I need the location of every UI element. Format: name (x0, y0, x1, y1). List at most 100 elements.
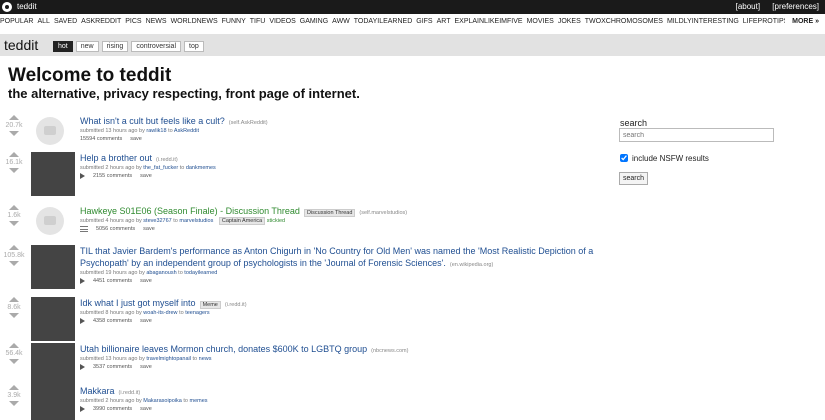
save-link[interactable]: save (140, 318, 152, 324)
post-domain[interactable]: (i.redd.it) (119, 390, 141, 396)
search-button[interactable]: search (619, 172, 649, 185)
subreddit-link[interactable]: FUNNY (222, 18, 246, 25)
upvote-arrow-icon[interactable] (9, 343, 19, 348)
post-thumbnail[interactable] (31, 245, 75, 289)
expand-media-icon[interactable] (80, 172, 85, 179)
expand-text-icon[interactable] (80, 225, 88, 232)
subreddit-link[interactable]: dankmemes (186, 165, 216, 171)
about-link[interactable]: [about] (736, 2, 760, 11)
subreddit-link[interactable]: teenagers (185, 310, 209, 316)
post-thumbnail[interactable] (31, 385, 75, 420)
post-domain[interactable]: (self.AskReddit) (229, 120, 268, 126)
post-thumbnail[interactable] (31, 152, 75, 196)
more-subreddits-link[interactable]: MORE » (788, 18, 819, 25)
subreddit-link[interactable]: memes (189, 398, 207, 404)
save-link[interactable]: save (143, 226, 155, 232)
subreddit-link[interactable]: TIFU (250, 18, 266, 25)
post-title-link[interactable]: TIL that Javier Bardem's performance as … (80, 246, 593, 268)
subreddit-link[interactable]: ART (437, 18, 451, 25)
subreddit-link[interactable]: LIFEPROTIPS (743, 18, 785, 25)
self-post-thumbnail-icon[interactable] (36, 117, 64, 145)
expand-media-icon[interactable] (80, 405, 85, 412)
author-link[interactable]: rawlik18 (146, 128, 166, 134)
post-title-link[interactable]: Utah billionaire leaves Mormon church, d… (80, 344, 367, 354)
subreddit-link[interactable]: TODAYILEARNED (354, 18, 412, 25)
subreddit-link[interactable]: AskReddit (174, 128, 199, 134)
tab-rising[interactable]: rising (101, 41, 129, 52)
subreddit-link[interactable]: MOVIES (527, 18, 554, 25)
save-link[interactable]: save (140, 364, 152, 370)
brand-link[interactable]: teddit (17, 2, 37, 11)
tab-top[interactable]: top (184, 41, 204, 52)
subreddit-link[interactable]: EXPLAINLIKEIMFIVE (454, 18, 522, 25)
tab-hot[interactable]: hot (53, 41, 73, 52)
post-domain[interactable]: (en.wikipedia.org) (450, 262, 493, 268)
upvote-arrow-icon[interactable] (9, 152, 19, 157)
comments-link[interactable]: 2155 comments (93, 173, 132, 179)
expand-media-icon[interactable] (80, 277, 85, 284)
expand-media-icon[interactable] (80, 317, 85, 324)
subreddit-link[interactable]: ALL (37, 18, 49, 25)
comments-link[interactable]: 15594 comments (80, 136, 122, 142)
post-domain[interactable]: (self.marvelstudios) (359, 210, 407, 216)
self-post-thumbnail-icon[interactable] (36, 207, 64, 235)
upvote-arrow-icon[interactable] (9, 385, 19, 390)
upvote-arrow-icon[interactable] (9, 297, 19, 302)
post-domain[interactable]: (i.redd.it) (156, 157, 178, 163)
author-link[interactable]: abaganoush (146, 270, 176, 276)
downvote-arrow-icon[interactable] (9, 313, 19, 318)
subreddit-link[interactable]: WORLDNEWS (171, 18, 218, 25)
post-title-link[interactable]: Hawkeye S01E06 (Season Finale) - Discuss… (80, 206, 300, 216)
subreddit-link[interactable]: VIDEOS (269, 18, 295, 25)
subreddit-link[interactable]: TWOXCHROMOSOMES (585, 18, 663, 25)
author-link[interactable]: the_fat_fucker (143, 165, 178, 171)
comments-link[interactable]: 3537 comments (93, 364, 132, 370)
subreddit-link[interactable]: news (199, 356, 212, 362)
tab-new[interactable]: new (75, 41, 99, 52)
downvote-arrow-icon[interactable] (9, 401, 19, 406)
tab-controversial[interactable]: controversial (131, 41, 181, 52)
subreddit-link[interactable]: JOKES (558, 18, 581, 25)
subreddit-link[interactable]: AWW (332, 18, 350, 25)
subreddit-link[interactable]: GIFS (416, 18, 432, 25)
downvote-arrow-icon[interactable] (9, 168, 19, 173)
subreddit-link[interactable]: NEWS (146, 18, 167, 25)
save-link[interactable]: save (140, 278, 152, 284)
subreddit-link[interactable]: MILDLYINTERESTING (667, 18, 739, 25)
subreddit-link[interactable]: PICS (125, 18, 141, 25)
comments-link[interactable]: 4451 comments (93, 278, 132, 284)
post-title-link[interactable]: Idk what I just got myself into (80, 298, 196, 308)
post-domain[interactable]: (nbcnews.com) (371, 348, 408, 354)
post-thumbnail[interactable] (31, 343, 75, 387)
post-domain[interactable]: (i.redd.it) (225, 302, 247, 308)
expand-media-icon[interactable] (80, 363, 85, 370)
downvote-arrow-icon[interactable] (9, 131, 19, 136)
subreddit-title[interactable]: teddit (4, 37, 38, 53)
author-link[interactable]: Makarasoipoika (143, 398, 182, 404)
subreddit-link[interactable]: ASKREDDIT (81, 18, 121, 25)
subreddit-link[interactable]: todayilearned (184, 270, 217, 276)
save-link[interactable]: save (140, 173, 152, 179)
downvote-arrow-icon[interactable] (9, 359, 19, 364)
nsfw-label[interactable]: include NSFW results (632, 154, 709, 163)
comments-link[interactable]: 5056 comments (96, 226, 135, 232)
upvote-arrow-icon[interactable] (9, 245, 19, 250)
downvote-arrow-icon[interactable] (9, 261, 19, 266)
subreddit-link[interactable]: GAMING (300, 18, 328, 25)
subreddit-link[interactable]: POPULAR (0, 18, 33, 25)
save-link[interactable]: save (130, 136, 142, 142)
author-link[interactable]: woah-its-drew (143, 310, 177, 316)
downvote-arrow-icon[interactable] (9, 221, 19, 226)
subreddit-link[interactable]: SAVED (54, 18, 77, 25)
post-title-link[interactable]: What isn't a cult but feels like a cult? (80, 116, 225, 126)
search-input[interactable] (619, 128, 774, 142)
comments-link[interactable]: 3990 comments (93, 406, 132, 412)
subreddit-link[interactable]: marvelstudios (179, 218, 213, 224)
author-link[interactable]: steve32767 (143, 218, 171, 224)
preferences-link[interactable]: [preferences] (772, 2, 819, 11)
nsfw-checkbox[interactable] (620, 154, 628, 162)
save-link[interactable]: save (140, 406, 152, 412)
teddit-logo-icon[interactable] (2, 2, 12, 12)
author-link[interactable]: travelmightopanail (146, 356, 191, 362)
upvote-arrow-icon[interactable] (9, 115, 19, 120)
